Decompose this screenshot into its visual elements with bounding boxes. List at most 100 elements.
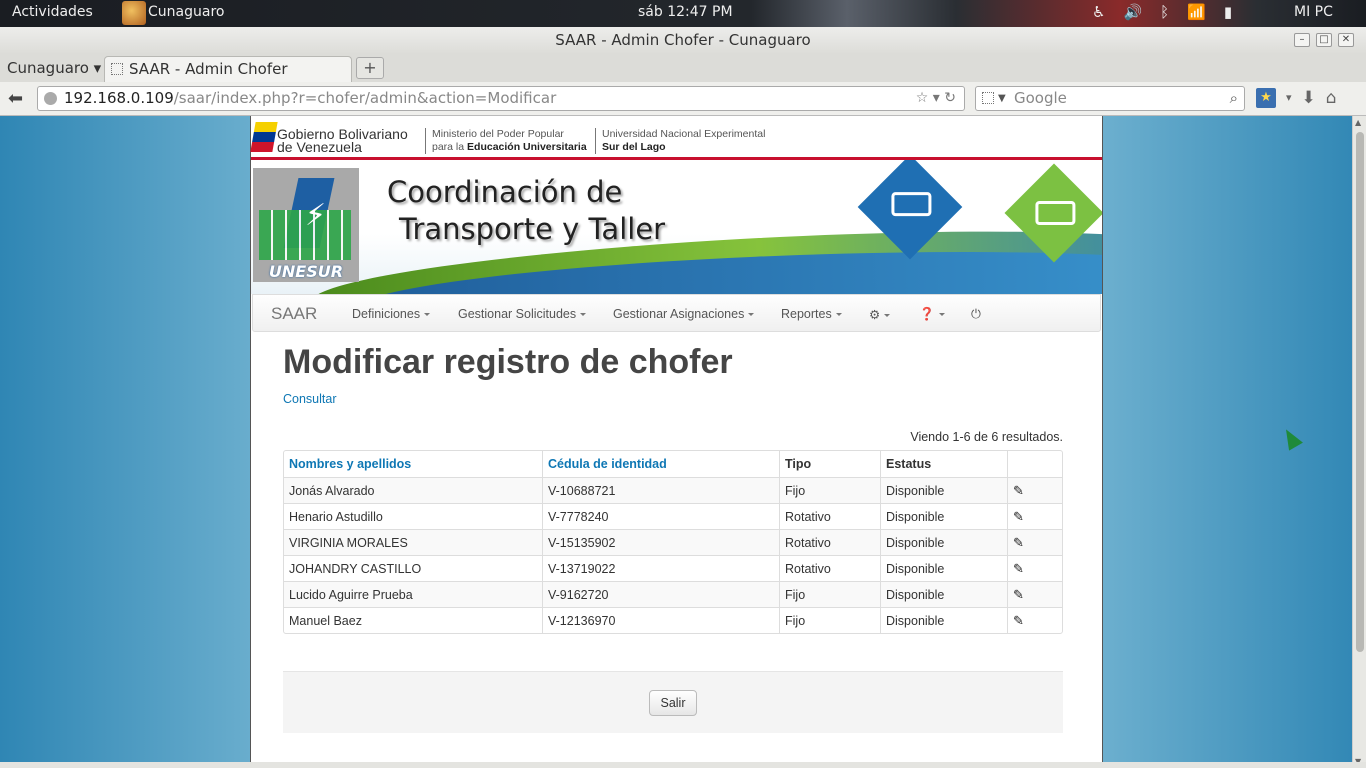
bookmarks-icon[interactable]: ★: [1256, 88, 1276, 108]
main-menu: SAAR Definiciones Gestionar Solicitudes …: [252, 294, 1101, 332]
close-button[interactable]: ✕: [1338, 33, 1354, 47]
app-menu[interactable]: Cunaguaro: [148, 4, 224, 20]
search-engine-dropdown-icon[interactable]: ▼: [998, 87, 1006, 110]
menu-help[interactable]: ❓: [919, 307, 945, 322]
site-identity-icon[interactable]: [44, 92, 57, 105]
user-menu[interactable]: MI PC: [1294, 4, 1333, 20]
cell-estatus: Disponible: [880, 607, 1007, 633]
cell-cedula: V-9162720: [542, 581, 779, 607]
pencil-icon[interactable]: ✎: [1013, 509, 1024, 525]
cell-estatus: Disponible: [880, 477, 1007, 503]
url-path: /saar/index.php?r=chofer/admin&action=Mo…: [173, 89, 557, 107]
gear-icon: ⚙: [869, 308, 881, 322]
scrollbar-thumb[interactable]: [1356, 132, 1364, 652]
tab-group-menu[interactable]: Cunaguaro ▾: [7, 59, 101, 77]
pencil-icon[interactable]: ✎: [1013, 613, 1024, 629]
pencil-icon[interactable]: ✎: [1013, 535, 1024, 551]
tab-saar-admin-chofer[interactable]: SAAR - Admin Chofer: [104, 56, 352, 82]
page-viewport: Gobierno Bolivariano de Venezuela Minist…: [0, 116, 1366, 768]
menu-settings[interactable]: ⚙: [869, 307, 891, 322]
menu-gestionar-asignaciones[interactable]: Gestionar Asignaciones: [613, 307, 755, 321]
scroll-up-icon[interactable]: ▲: [1355, 118, 1361, 127]
home-icon[interactable]: ⌂: [1326, 88, 1337, 108]
wifi-icon[interactable]: 📶: [1187, 3, 1206, 21]
table-row: Henario Astudillo V-7778240 Rotativo Dis…: [284, 503, 1062, 529]
cell-tipo: Fijo: [779, 581, 880, 607]
url-bar[interactable]: 192.168.0.109/saar/index.php?r=chofer/ad…: [37, 86, 965, 111]
main-content: Modificar registro de chofer Consultar V…: [283, 338, 1063, 634]
cell-cedula: V-13719022: [542, 555, 779, 581]
cell-nombre: Henario Astudillo: [284, 503, 542, 529]
cell-nombre: VIRGINIA MORALES: [284, 529, 542, 555]
menu-reportes[interactable]: Reportes: [781, 307, 842, 321]
logo-text: UNESUR: [268, 262, 344, 281]
caret-down-icon: [884, 314, 891, 318]
vertical-scrollbar[interactable]: ▲ ▼: [1352, 116, 1366, 768]
table-row: Manuel Baez V-12136970 Fijo Disponible ✎: [284, 607, 1062, 633]
tab-title: SAAR - Admin Chofer: [129, 60, 288, 78]
table-row: JOHANDRY CASTILLO V-13719022 Rotativo Di…: [284, 555, 1062, 581]
pencil-icon[interactable]: ✎: [1013, 561, 1024, 577]
app-icon: [122, 1, 146, 25]
bookmarks-dropdown-icon[interactable]: ▾: [1286, 88, 1292, 108]
page-container: Gobierno Bolivariano de Venezuela Minist…: [250, 116, 1103, 768]
menu-definiciones[interactable]: Definiciones: [352, 307, 431, 321]
cell-actions: ✎: [1007, 477, 1062, 503]
downloads-icon[interactable]: ⬇: [1302, 88, 1316, 108]
bluetooth-icon[interactable]: ᛒ: [1160, 3, 1169, 21]
ministry-text: Ministerio del Poder Popular para la Edu…: [425, 128, 587, 154]
menu-gestionar-solicitudes[interactable]: Gestionar Solicitudes: [458, 307, 587, 321]
table-row: VIRGINIA MORALES V-15135902 Rotativo Dis…: [284, 529, 1062, 555]
cell-estatus: Disponible: [880, 555, 1007, 581]
form-actions: Salir: [283, 671, 1063, 733]
clock[interactable]: sáb 12:47 PM: [638, 4, 733, 20]
system-top-bar: Actividades Cunaguaro sáb 12:47 PM ♿ 🔊 ᛒ…: [0, 0, 1366, 27]
search-icon[interactable]: ⌕: [1230, 87, 1238, 110]
volume-icon[interactable]: 🔊: [1123, 3, 1142, 21]
reload-icon[interactable]: ↻: [944, 90, 956, 106]
search-box[interactable]: ▼ Google ⌕: [975, 86, 1245, 111]
salir-button[interactable]: Salir: [649, 690, 697, 716]
table-row: Lucido Aguirre Prueba V-9162720 Fijo Dis…: [284, 581, 1062, 607]
cell-actions: ✎: [1007, 581, 1062, 607]
consultar-link[interactable]: Consultar: [283, 392, 337, 406]
pencil-icon[interactable]: ✎: [1013, 587, 1024, 603]
cell-actions: ✎: [1007, 555, 1062, 581]
university-text: Universidad Nacional Experimental Sur de…: [595, 128, 765, 154]
cell-tipo: Rotativo: [779, 503, 880, 529]
bookmark-star-icon[interactable]: ☆: [916, 90, 929, 106]
cell-tipo: Rotativo: [779, 529, 880, 555]
minimize-button[interactable]: –: [1294, 33, 1310, 47]
logout-button[interactable]: ⏻: [971, 307, 981, 322]
search-engine-icon[interactable]: [982, 92, 994, 104]
column-header-nombres[interactable]: Nombres y apellidos: [284, 451, 542, 477]
brand-link[interactable]: SAAR: [271, 304, 317, 324]
menu-label: Gestionar Asignaciones: [613, 307, 745, 321]
column-header-cedula[interactable]: Cédula de identidad: [542, 451, 779, 477]
pencil-icon[interactable]: ✎: [1013, 483, 1024, 499]
menu-label: Gestionar Solicitudes: [458, 307, 577, 321]
maximize-button[interactable]: □: [1316, 33, 1332, 47]
banner-title-line-2: Transporte y Taller: [399, 212, 666, 246]
accessibility-icon[interactable]: ♿: [1092, 3, 1105, 21]
caret-down-icon: [580, 313, 587, 317]
new-tab-button[interactable]: +: [356, 57, 384, 79]
banner-title: Coordinación de Transporte y Taller: [387, 174, 665, 248]
column-header-tipo: Tipo: [779, 451, 880, 477]
cell-cedula: V-12136970: [542, 607, 779, 633]
banner-title-line-1: Coordinación de: [387, 175, 623, 209]
url-dropdown-icon[interactable]: ▾: [933, 90, 940, 106]
cell-cedula: V-10688721: [542, 477, 779, 503]
table-header-row: Nombres y apellidos Cédula de identidad …: [284, 451, 1062, 477]
activities-button[interactable]: Actividades: [12, 4, 93, 20]
ministry-line-2-bold: Educación Universitaria: [467, 141, 587, 153]
battery-icon[interactable]: ▮: [1224, 3, 1232, 21]
back-icon[interactable]: ⬅: [8, 88, 23, 109]
system-tray: ♿ 🔊 ᛒ 📶 ▮: [1092, 3, 1232, 21]
cell-cedula: V-15135902: [542, 529, 779, 555]
cell-tipo: Rotativo: [779, 555, 880, 581]
menu-label: Reportes: [781, 307, 832, 321]
search-placeholder: Google: [1014, 89, 1067, 107]
column-header-actions: [1007, 451, 1062, 477]
cell-actions: ✎: [1007, 529, 1062, 555]
